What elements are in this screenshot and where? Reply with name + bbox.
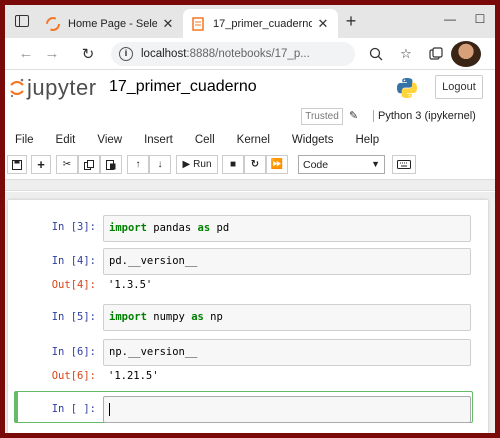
tab-title: 17_primer_cuaderno - bbox=[213, 17, 312, 30]
jupyter-logo[interactable]: jupyter bbox=[9, 75, 97, 101]
code-keyword: as bbox=[197, 222, 211, 234]
url-field[interactable]: i localhost:8888/notebooks/17_p... bbox=[111, 41, 355, 66]
output-prompt: Out[4]: bbox=[51, 279, 96, 291]
add-cell-icon[interactable]: + bbox=[31, 155, 51, 174]
input-prompt: In [5]: bbox=[51, 311, 96, 323]
close-tab-icon[interactable]: ✕ bbox=[316, 16, 330, 32]
input-prompt: In [ ]: bbox=[51, 403, 96, 415]
tab-strip: Home Page - Select o ✕ 17_primer_cuadern… bbox=[5, 5, 495, 38]
notebook-page: In [3]: import pandas as pd In [4]: pd._… bbox=[8, 200, 488, 433]
text-cursor bbox=[109, 403, 110, 416]
url-host: localhost bbox=[141, 47, 187, 60]
restart-icon[interactable]: ↻ bbox=[244, 155, 266, 174]
python-logo-icon bbox=[397, 78, 417, 98]
jupyter-header: jupyter 17_primer_cuaderno Logout bbox=[5, 71, 495, 109]
maximize-icon[interactable]: ☐ bbox=[465, 5, 495, 33]
menu-bar: File Edit View Insert Cell Kernel Widget… bbox=[5, 129, 495, 151]
code-cell[interactable]: import numpy as np bbox=[103, 304, 471, 331]
code-text: np bbox=[203, 311, 223, 323]
move-down-icon[interactable]: ↓ bbox=[149, 155, 171, 174]
interrupt-icon[interactable]: ■ bbox=[222, 155, 244, 174]
profile-avatar[interactable] bbox=[451, 40, 481, 67]
cell-output: '1.3.5' bbox=[108, 279, 153, 291]
notebook-favicon bbox=[192, 16, 204, 31]
jupyter-logo-icon bbox=[10, 78, 24, 98]
run-icon: ▶ bbox=[182, 159, 191, 170]
menu-edit[interactable]: Edit bbox=[56, 134, 76, 146]
browser-tab-home[interactable]: Home Page - Select o ✕ bbox=[38, 9, 183, 38]
code-cell[interactable]: pd.__version__ bbox=[103, 248, 471, 275]
menu-view[interactable]: View bbox=[97, 134, 122, 146]
menu-kernel[interactable]: Kernel bbox=[237, 134, 270, 146]
jupyter-favicon bbox=[46, 16, 60, 31]
new-tab-icon[interactable]: + bbox=[341, 12, 361, 32]
code-cell[interactable]: import pandas as pd bbox=[103, 215, 471, 242]
header-separator bbox=[5, 179, 495, 191]
back-icon[interactable]: ← bbox=[13, 41, 39, 67]
input-prompt: In [6]: bbox=[51, 346, 96, 358]
run-button[interactable]: ▶ Run bbox=[176, 155, 218, 174]
paste-icon[interactable] bbox=[100, 155, 122, 174]
zoom-icon[interactable] bbox=[361, 41, 391, 67]
keyboard-icon[interactable] bbox=[392, 155, 416, 174]
kernel-status-row: Trusted ✎ Python 3 (ipykernel) bbox=[5, 108, 495, 126]
menu-cell[interactable]: Cell bbox=[195, 134, 215, 146]
code-text: numpy bbox=[146, 311, 192, 323]
menu-insert[interactable]: Insert bbox=[144, 134, 173, 146]
output-prompt: Out[6]: bbox=[51, 370, 96, 382]
copy-icon[interactable] bbox=[78, 155, 100, 174]
url-path: :8888/notebooks/17_p... bbox=[186, 47, 310, 60]
edit-icon[interactable]: ✎ bbox=[349, 109, 358, 122]
notebook-toolbar: + ✂ ↑ ↓ ▶ Run ■ ↻ ⏩ Code ▼ bbox=[5, 153, 495, 177]
save-icon[interactable] bbox=[7, 155, 27, 174]
input-prompt: In [3]: bbox=[51, 221, 96, 233]
close-tab-icon[interactable]: ✕ bbox=[161, 16, 175, 32]
info-icon[interactable]: i bbox=[119, 46, 133, 61]
notebook-name[interactable]: 17_primer_cuaderno bbox=[105, 76, 261, 98]
cell-type-value: Code bbox=[303, 158, 329, 171]
code-text: pd bbox=[210, 222, 230, 234]
forward-icon[interactable]: → bbox=[39, 41, 65, 67]
kernel-name[interactable]: Python 3 (ipykernel) bbox=[373, 110, 476, 122]
collections-icon[interactable] bbox=[421, 41, 451, 67]
browser-toolbar-right: ☆ bbox=[361, 40, 481, 67]
jupyter-logo-text: jupyter bbox=[27, 75, 97, 100]
browser-tab-notebook[interactable]: 17_primer_cuaderno - ✕ bbox=[183, 9, 338, 38]
minimize-icon[interactable]: — bbox=[435, 5, 465, 33]
active-code-cell[interactable] bbox=[103, 396, 471, 423]
restart-run-all-icon[interactable]: ⏩ bbox=[266, 155, 288, 174]
code-keyword: as bbox=[191, 311, 204, 323]
favorites-icon[interactable]: ☆ bbox=[391, 41, 421, 67]
browser-window: Home Page - Select o ✕ 17_primer_cuadern… bbox=[5, 5, 495, 433]
menu-help[interactable]: Help bbox=[355, 134, 379, 146]
code-keyword: import bbox=[109, 222, 147, 234]
cell-output: '1.21.5' bbox=[108, 370, 159, 382]
trusted-indicator[interactable]: Trusted bbox=[301, 108, 343, 125]
logout-button[interactable]: Logout bbox=[435, 75, 483, 99]
address-bar-row: ← → ↻ i localhost:8888/notebooks/17_p...… bbox=[5, 38, 495, 70]
code-cell[interactable]: np.__version__ bbox=[103, 339, 471, 366]
reload-icon[interactable]: ↻ bbox=[75, 41, 101, 67]
menu-widgets[interactable]: Widgets bbox=[292, 134, 334, 146]
move-up-icon[interactable]: ↑ bbox=[127, 155, 149, 174]
code-keyword: import bbox=[109, 311, 147, 323]
code-text: pandas bbox=[146, 222, 198, 234]
sidebar-icon[interactable] bbox=[11, 11, 33, 31]
chevron-down-icon: ▼ bbox=[371, 159, 380, 169]
run-label: Run bbox=[193, 159, 212, 170]
notebook-area: In [3]: import pandas as pd In [4]: pd._… bbox=[5, 192, 495, 433]
cell-type-select[interactable]: Code ▼ bbox=[298, 155, 385, 174]
input-prompt: In [4]: bbox=[51, 255, 96, 267]
menu-file[interactable]: File bbox=[15, 134, 34, 146]
cut-icon[interactable]: ✂ bbox=[56, 155, 78, 174]
tab-title: Home Page - Select o bbox=[68, 17, 157, 30]
window-controls: — ☐ bbox=[435, 5, 495, 35]
